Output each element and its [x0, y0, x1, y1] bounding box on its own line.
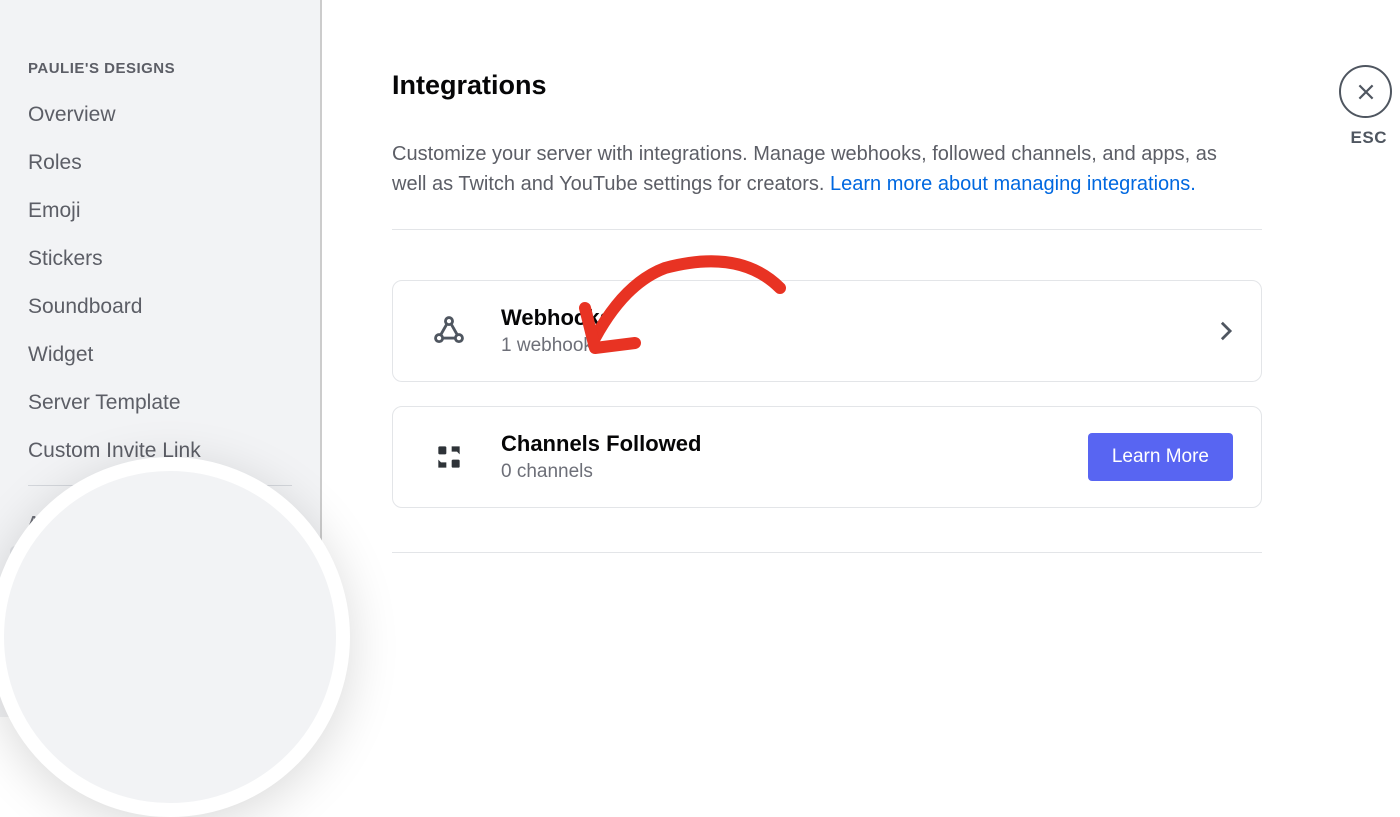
- close-button[interactable]: [1339, 65, 1392, 118]
- webhooks-card-content: Webhooks 1 webhook: [501, 305, 1195, 357]
- sidebar-item-overview[interactable]: Overview: [0, 91, 320, 139]
- close-icon: [1355, 81, 1377, 103]
- divider: [392, 552, 1262, 553]
- webhooks-title: Webhooks: [501, 305, 1195, 331]
- learn-more-link[interactable]: Learn more about managing integrations.: [830, 173, 1196, 195]
- sidebar-item-stickers[interactable]: Stickers: [0, 235, 320, 283]
- sidebar-item-roles[interactable]: Roles: [0, 139, 320, 187]
- esc-label: ESC: [1351, 128, 1387, 148]
- settings-sidebar: PAULIE'S DESIGNS Overview Roles Emoji St…: [0, 0, 322, 717]
- main-content: Integrations Customize your server with …: [322, 0, 1400, 717]
- sidebar-item-soundboard[interactable]: Soundboard: [0, 283, 320, 331]
- apps-section-header: APPS: [0, 496, 320, 546]
- page-title: Integrations: [392, 70, 1340, 101]
- channels-title: Channels Followed: [501, 431, 1064, 457]
- sidebar-divider: [28, 485, 292, 486]
- sidebar-item-custom-invite-link[interactable]: Custom Invite Link: [0, 427, 320, 475]
- sidebar-item-integrations[interactable]: Integrations: [10, 546, 310, 594]
- divider: [392, 229, 1262, 230]
- channels-followed-card[interactable]: Channels Followed 0 channels Learn More: [392, 406, 1262, 508]
- channels-icon: [421, 429, 477, 485]
- server-name-header: PAULIE'S DESIGNS: [0, 60, 320, 91]
- webhook-icon: [421, 303, 477, 359]
- page-description: Customize your server with integrations.…: [392, 139, 1252, 199]
- chevron-right-icon: [1219, 320, 1233, 342]
- webhooks-subtitle: 1 webhook: [501, 335, 1195, 357]
- sidebar-item-widget[interactable]: Widget: [0, 331, 320, 379]
- sidebar-item-emoji[interactable]: Emoji: [0, 187, 320, 235]
- channels-subtitle: 0 channels: [501, 461, 1064, 483]
- sidebar-item-server-template[interactable]: Server Template: [0, 379, 320, 427]
- learn-more-button[interactable]: Learn More: [1088, 433, 1233, 481]
- channels-card-content: Channels Followed 0 channels: [501, 431, 1064, 483]
- webhooks-card[interactable]: Webhooks 1 webhook: [392, 280, 1262, 382]
